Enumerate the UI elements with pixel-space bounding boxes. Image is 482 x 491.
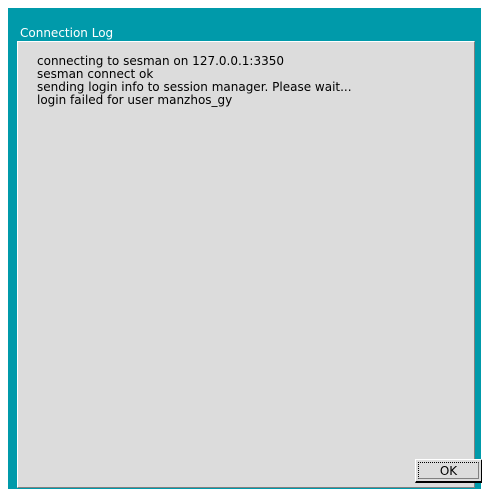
ok-button-label: OK xyxy=(418,462,479,479)
log-line: login failed for user manzhos_gy xyxy=(37,93,233,107)
ok-button[interactable]: OK xyxy=(415,459,482,483)
connection-log: connecting to sesman on 127.0.0.1:3350 s… xyxy=(37,55,352,107)
connection-log-window: Connection Log connecting to sesman on 1… xyxy=(8,8,482,489)
window-title: Connection Log xyxy=(18,26,477,41)
desktop: Connection Log connecting to sesman on 1… xyxy=(0,0,482,491)
window-body: connecting to sesman on 127.0.0.1:3350 s… xyxy=(17,41,482,488)
